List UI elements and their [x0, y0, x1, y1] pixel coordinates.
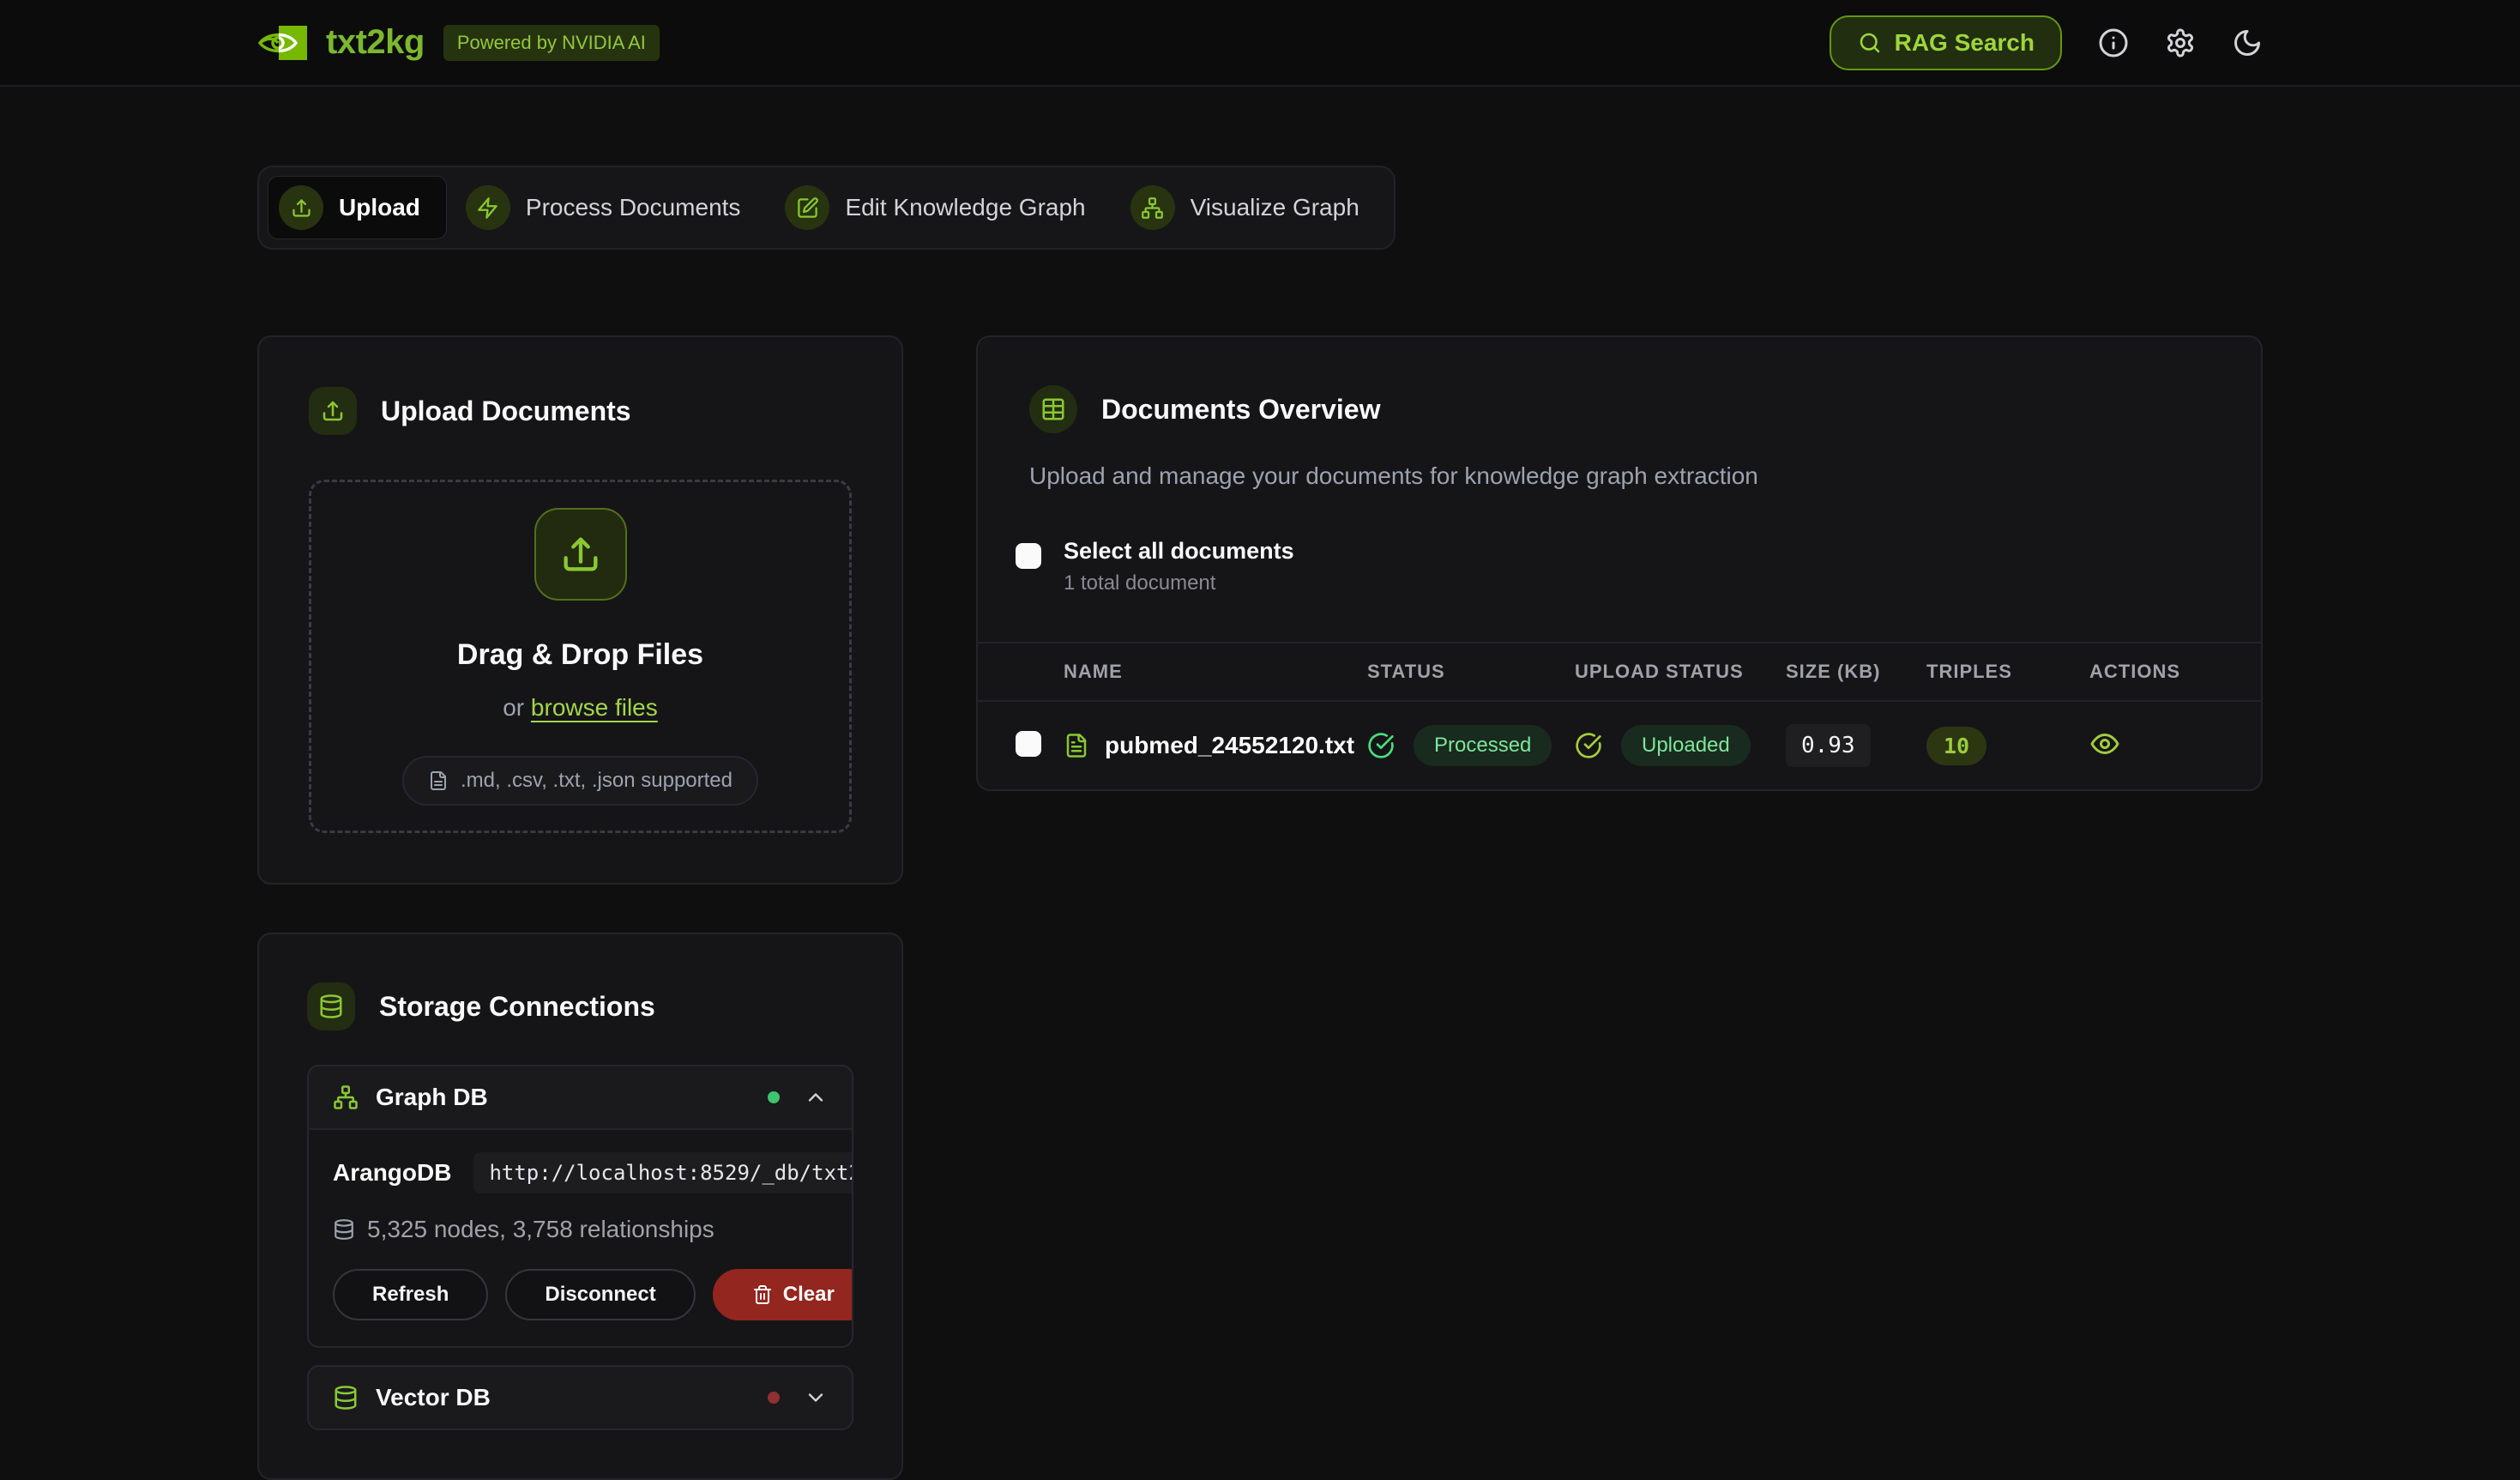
- storage-connections-card: Storage Connections Graph DB: [257, 933, 903, 1480]
- documents-card-title: Documents Overview: [1101, 394, 1380, 426]
- database-icon: [333, 1218, 355, 1241]
- column-triples: Triples: [1926, 661, 2089, 683]
- storage-card-title: Storage Connections: [379, 991, 655, 1023]
- settings-button[interactable]: [2165, 27, 2196, 58]
- supported-formats-badge: .md, .csv, .txt, .json supported: [402, 756, 758, 806]
- disconnected-status-dot: [768, 1392, 780, 1404]
- table-icon: [1029, 385, 1077, 433]
- triples-count-badge: 10: [1926, 727, 1986, 765]
- tab-edit-knowledge-graph-label: Edit Knowledge Graph: [845, 194, 1085, 221]
- search-icon: [1857, 30, 1883, 56]
- graph-db-label: Graph DB: [376, 1084, 488, 1111]
- info-icon: [2098, 27, 2129, 58]
- column-status: Status: [1367, 661, 1575, 683]
- info-button[interactable]: [2098, 27, 2129, 58]
- moon-icon: [2232, 27, 2263, 58]
- graph-db-header[interactable]: Graph DB: [309, 1066, 852, 1130]
- select-all-label: Select all documents: [1064, 538, 1294, 565]
- clear-button[interactable]: Clear: [713, 1269, 853, 1320]
- network-icon: [333, 1084, 359, 1110]
- network-icon: [1130, 185, 1175, 230]
- database-icon: [333, 1385, 359, 1411]
- refresh-button[interactable]: Refresh: [333, 1269, 488, 1320]
- nvidia-logo-icon: [257, 26, 307, 60]
- upload-icon: [279, 185, 323, 230]
- rag-search-label: RAG Search: [1895, 29, 2035, 57]
- clear-label: Clear: [783, 1283, 835, 1307]
- file-text-icon: [1064, 733, 1089, 758]
- file-icon: [428, 770, 449, 791]
- upload-status-badge: Uploaded: [1621, 725, 1751, 766]
- app-title: txt2kg: [326, 23, 425, 62]
- main-tab-bar: Upload Process Documents Edit Knowledge …: [257, 166, 1396, 250]
- vector-db-label: Vector DB: [376, 1384, 491, 1411]
- graph-db-stats: 5,325 nodes, 3,758 relationships: [367, 1216, 714, 1243]
- brand-group: txt2kg Powered by NVIDIA AI: [257, 23, 660, 62]
- edit-icon: [785, 185, 829, 230]
- zap-icon: [466, 185, 510, 230]
- documents-total-count: 1 total document: [1064, 571, 1294, 595]
- documents-card-subtitle: Upload and manage your documents for kno…: [1029, 462, 2210, 490]
- disconnect-button[interactable]: Disconnect: [505, 1269, 695, 1320]
- disconnect-label: Disconnect: [545, 1283, 655, 1307]
- dropzone-title: Drag & Drop Files: [457, 638, 703, 672]
- upload-icon: [309, 387, 357, 435]
- app-header: txt2kg Powered by NVIDIA AI RAG Search: [0, 0, 2520, 87]
- status-badge: Processed: [1414, 725, 1552, 766]
- check-circle-icon: [1575, 732, 1602, 759]
- tab-edit-knowledge-graph[interactable]: Edit Knowledge Graph: [775, 176, 1111, 239]
- documents-overview-card: Documents Overview Upload and manage you…: [976, 335, 2263, 791]
- supported-formats-text: .md, .csv, .txt, .json supported: [461, 769, 732, 793]
- upload-icon: [534, 508, 627, 601]
- rag-search-button[interactable]: RAG Search: [1830, 15, 2062, 70]
- trash-icon: [752, 1284, 773, 1305]
- tab-visualize-graph-label: Visualize Graph: [1191, 194, 1359, 221]
- refresh-label: Refresh: [372, 1283, 449, 1307]
- theme-toggle-button[interactable]: [2232, 27, 2263, 58]
- vector-db-panel: Vector DB: [307, 1365, 853, 1430]
- check-circle-icon: [1367, 732, 1395, 759]
- column-actions: Actions: [2089, 661, 2223, 683]
- graph-db-details: ArangoDB http://localhost:8529/_db/txt2k…: [309, 1130, 852, 1346]
- column-name: Name: [1064, 661, 1367, 683]
- chevron-down-icon[interactable]: [804, 1386, 828, 1410]
- tab-process-documents-label: Process Documents: [526, 194, 741, 221]
- upload-documents-card: Upload Documents Drag & Drop Files or br…: [257, 335, 903, 885]
- dropzone-subtitle: or browse files: [503, 694, 658, 722]
- tab-upload[interactable]: Upload: [268, 176, 447, 239]
- document-name: pubmed_24552120.txt: [1105, 732, 1354, 759]
- file-dropzone[interactable]: Drag & Drop Files or browse files .md, .…: [309, 480, 852, 833]
- graph-db-panel: Graph DB ArangoDB http://localhost:8: [307, 1065, 853, 1348]
- column-size: Size (KB): [1786, 661, 1926, 683]
- table-row: pubmed_24552120.txt Processed Uploaded 0…: [978, 702, 2261, 789]
- view-document-button[interactable]: [2089, 728, 2120, 759]
- tab-process-documents[interactable]: Process Documents: [455, 176, 767, 239]
- powered-by-badge: Powered by NVIDIA AI: [443, 25, 660, 61]
- documents-table-header: Name Status Upload Status Size (KB) Trip…: [978, 642, 2261, 702]
- vector-db-header[interactable]: Vector DB: [309, 1367, 852, 1429]
- dropzone-or-text: or: [503, 694, 531, 721]
- row-checkbox[interactable]: [1016, 731, 1041, 757]
- tab-upload-label: Upload: [339, 194, 420, 221]
- database-icon: [307, 982, 355, 1030]
- eye-icon: [2089, 728, 2120, 759]
- browse-files-link[interactable]: browse files: [531, 694, 658, 721]
- upload-card-title: Upload Documents: [381, 396, 631, 427]
- connected-status-dot: [768, 1091, 780, 1103]
- header-actions: RAG Search: [1830, 15, 2263, 70]
- chevron-up-icon[interactable]: [804, 1085, 828, 1109]
- select-all-checkbox[interactable]: [1016, 543, 1041, 569]
- size-value: 0.93: [1786, 724, 1871, 767]
- graph-db-url: http://localhost:8529/_db/txt2kg: [473, 1152, 853, 1193]
- tab-visualize-graph[interactable]: Visualize Graph: [1120, 176, 1385, 239]
- graph-db-provider: ArangoDB: [333, 1159, 451, 1187]
- column-upload-status: Upload Status: [1575, 661, 1786, 683]
- gear-icon: [2165, 27, 2196, 58]
